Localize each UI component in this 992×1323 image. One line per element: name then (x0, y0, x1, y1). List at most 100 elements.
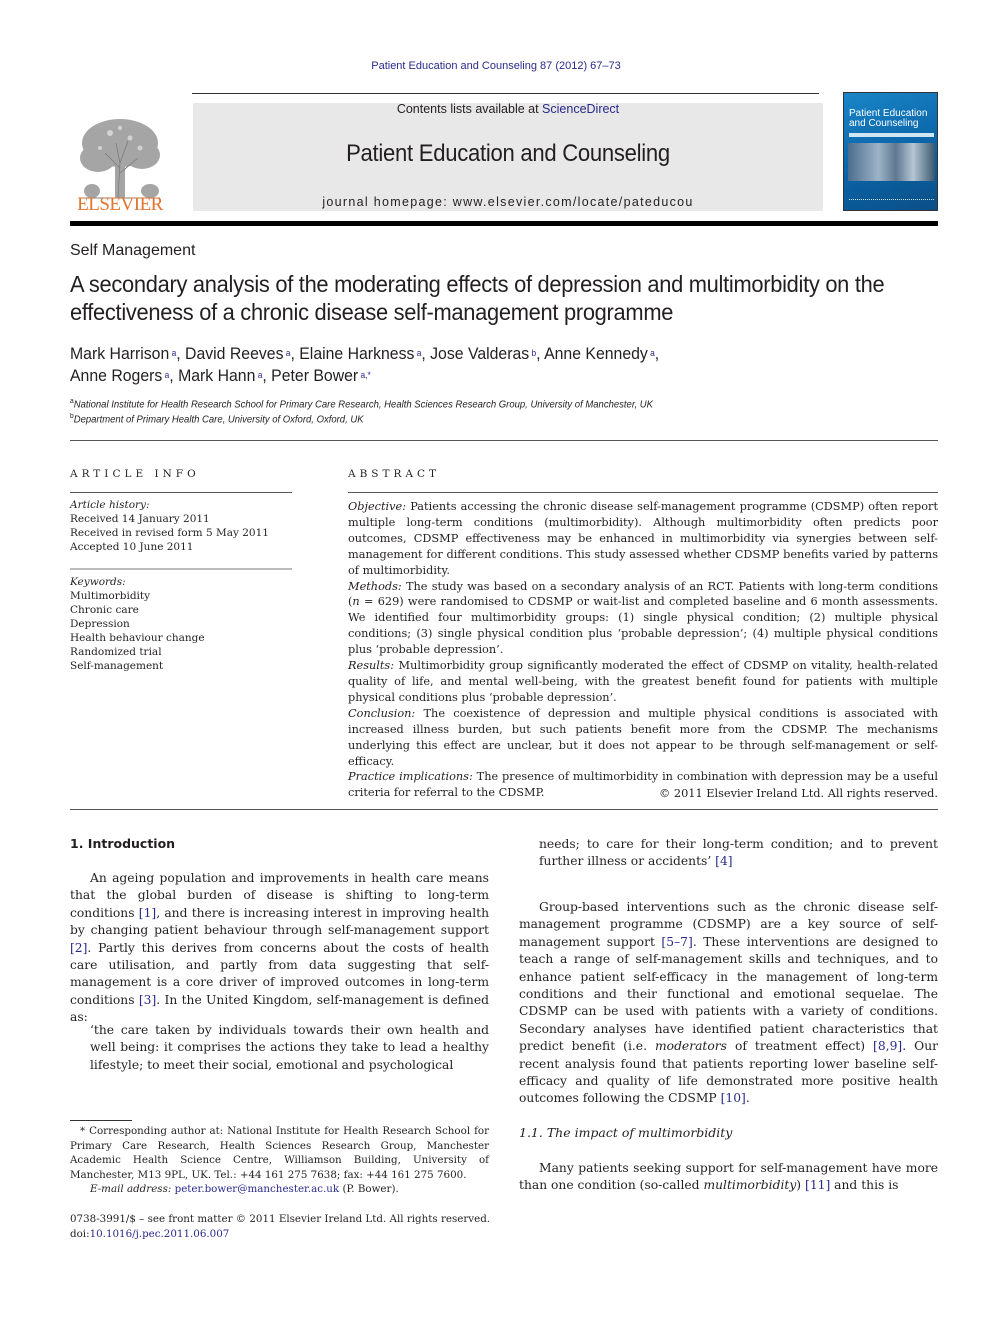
keywords-rule (70, 568, 292, 570)
author-separator: , (421, 344, 431, 363)
methods-text: = 629) were randomised to CDSMP or wait-… (348, 595, 938, 657)
body-text: of treatment effect) (726, 1039, 874, 1054)
corresponding-author-footnote: * Corresponding author at: National Inst… (70, 1124, 489, 1197)
abstract-end-rule (70, 809, 938, 810)
citation-link[interactable]: [4] (715, 854, 732, 868)
subsection-paragraph-1: Many patients seeking support for self-m… (519, 1160, 938, 1195)
history-revised: Received in revised form 5 May 2011 (70, 527, 269, 539)
article-title: A secondary analysis of the moderating e… (70, 271, 885, 325)
author-affiliation-marker[interactable]: a (648, 348, 655, 358)
author-line-1: Mark Harrison a, David Reeves a, Elaine … (70, 343, 870, 365)
article-history-label: Article history: (70, 499, 150, 511)
author-name: David Reeves (185, 344, 284, 363)
header-thick-rule (70, 221, 938, 226)
keyword: Health behaviour change (70, 632, 205, 644)
definition-quote-part1: ‘the care taken by individuals towards t… (70, 1022, 489, 1074)
objective-text: Patients accessing the chronic disease s… (348, 500, 938, 577)
author-name: Elaine Harkness (299, 344, 415, 363)
author-separator: , (536, 344, 545, 363)
body-text: ) (796, 1178, 806, 1193)
citation-link[interactable]: [8,9] (873, 1039, 902, 1053)
sciencedirect-link[interactable]: ScienceDirect (542, 102, 619, 116)
issn-doi-block: 0738-3991/$ – see front matter © 2011 El… (70, 1212, 510, 1241)
keyword: Self-management (70, 660, 164, 672)
doi-prefix: doi: (70, 1227, 90, 1240)
author-affiliation-marker[interactable]: b (529, 348, 536, 358)
citation-link[interactable]: [10] (721, 1091, 746, 1105)
author-affiliation-marker[interactable]: a (255, 370, 263, 380)
definition-quote-part2: needs; to care for their long-term condi… (519, 836, 938, 871)
journal-title: Patient Education and Counseling (346, 140, 670, 167)
citation-link[interactable]: [1] (139, 906, 156, 920)
methods-n: n (352, 595, 360, 609)
keywords-label: Keywords: (70, 576, 126, 588)
header-rule (192, 93, 819, 94)
doi-link[interactable]: 10.1016/j.pec.2011.06.007 (90, 1228, 230, 1240)
author-separator: , (262, 366, 272, 385)
contents-line: Contents lists available at ScienceDirec… (193, 102, 823, 116)
journal-homepage[interactable]: journal homepage: www.elsevier.com/locat… (193, 195, 823, 209)
author-name: Mark Harrison (70, 344, 170, 363)
objective-label: Objective: (348, 500, 407, 513)
author-name: Mark Hann (178, 366, 256, 385)
author-affiliation-marker[interactable]: a (169, 348, 177, 358)
cover-title-line2: and Counseling (849, 118, 919, 129)
abstract-copyright: © 2011 Elsevier Ireland Ltd. All rights … (659, 787, 938, 800)
keyword: Multimorbidity (70, 590, 151, 602)
abstract-rule (348, 492, 938, 493)
introduction-heading: 1. Introduction (70, 836, 176, 851)
author-line-2: Anne Rogers a, Mark Hann a, Peter Bower … (70, 365, 870, 387)
abstract-heading: ABSTRACT (348, 468, 441, 480)
abstract-body: Objective: Patients accessing the chroni… (348, 499, 938, 801)
author-affiliation-marker[interactable]: a (283, 348, 291, 358)
author-affiliation-marker[interactable]: a (162, 370, 170, 380)
affiliation-b: bDepartment of Primary Health Care, Univ… (70, 413, 364, 425)
footnote-rule (70, 1120, 132, 1121)
article-history: Article history: Received 14 January 201… (70, 498, 292, 554)
keyword: Depression (70, 618, 130, 630)
quote-text: ‘the care taken by individuals towards t… (90, 1023, 489, 1072)
author-separator: , (176, 344, 186, 363)
practice-label: Practice implications: (348, 770, 473, 784)
keyword: Chronic care (70, 604, 139, 616)
author-affiliation-marker[interactable]: a,* (358, 370, 370, 380)
cover-photos (848, 143, 935, 181)
author-name: Anne Rogers (70, 366, 163, 385)
methods-label: Methods: (348, 579, 402, 593)
citation-link[interactable]: [2] (70, 941, 87, 955)
contents-prefix: Contents lists available at (396, 102, 543, 116)
citation-link[interactable]: [3] (139, 993, 156, 1007)
email-link[interactable]: peter.bower@manchester.ac.uk (175, 1183, 340, 1195)
affiliation-a: aNational Institute for Health Research … (70, 398, 653, 410)
journal-reference-link[interactable]: Patient Education and Counseling 87 (201… (371, 60, 621, 72)
cover-title: Patient Education and Counseling (849, 109, 927, 129)
body-text: . These interventions are designed to te… (519, 934, 938, 1054)
results-label: Results: (348, 659, 395, 673)
cover-band (849, 133, 934, 137)
keyword: Randomized trial (70, 646, 162, 658)
subsection-heading: 1.1. The impact of multimorbidity (519, 1125, 733, 1140)
affiliation-text: Department of Primary Health Care, Unive… (73, 414, 364, 426)
email-suffix: (P. Bower). (339, 1183, 399, 1195)
body-text: . (745, 1091, 750, 1106)
article-section: Self Management (70, 242, 196, 259)
issn-line: 0738-3991/$ – see front matter © 2011 El… (70, 1213, 491, 1225)
emphasis-text: multimorbidity (703, 1178, 797, 1193)
body-text: and this is (830, 1178, 899, 1193)
intro-paragraph-1: An ageing population and improvements in… (70, 870, 489, 1027)
abstract-objective: Objective: Patients accessing the chroni… (348, 499, 938, 579)
article-info-heading: ARTICLE INFO (70, 468, 200, 480)
cover-footer (849, 199, 934, 205)
author-affiliation-marker[interactable]: a (414, 348, 422, 358)
article-info-rule (70, 492, 292, 493)
author-separator: , (290, 344, 300, 363)
affiliation-text: National Institute for Health Research S… (73, 399, 653, 411)
conclusion-label: Conclusion: (348, 706, 416, 720)
intro-paragraph-2: Group-based interventions such as the ch… (519, 899, 938, 1108)
citation-link[interactable]: [11] (805, 1178, 830, 1192)
citation-link[interactable]: [5–7] (661, 935, 692, 949)
author-name: Jose Valderas (430, 344, 530, 363)
journal-reference[interactable]: Patient Education and Counseling 87 (201… (0, 60, 992, 72)
author-list: Mark Harrison a, David Reeves a, Elaine … (70, 343, 870, 387)
elsevier-wordmark: ELSEVIER (77, 194, 163, 215)
